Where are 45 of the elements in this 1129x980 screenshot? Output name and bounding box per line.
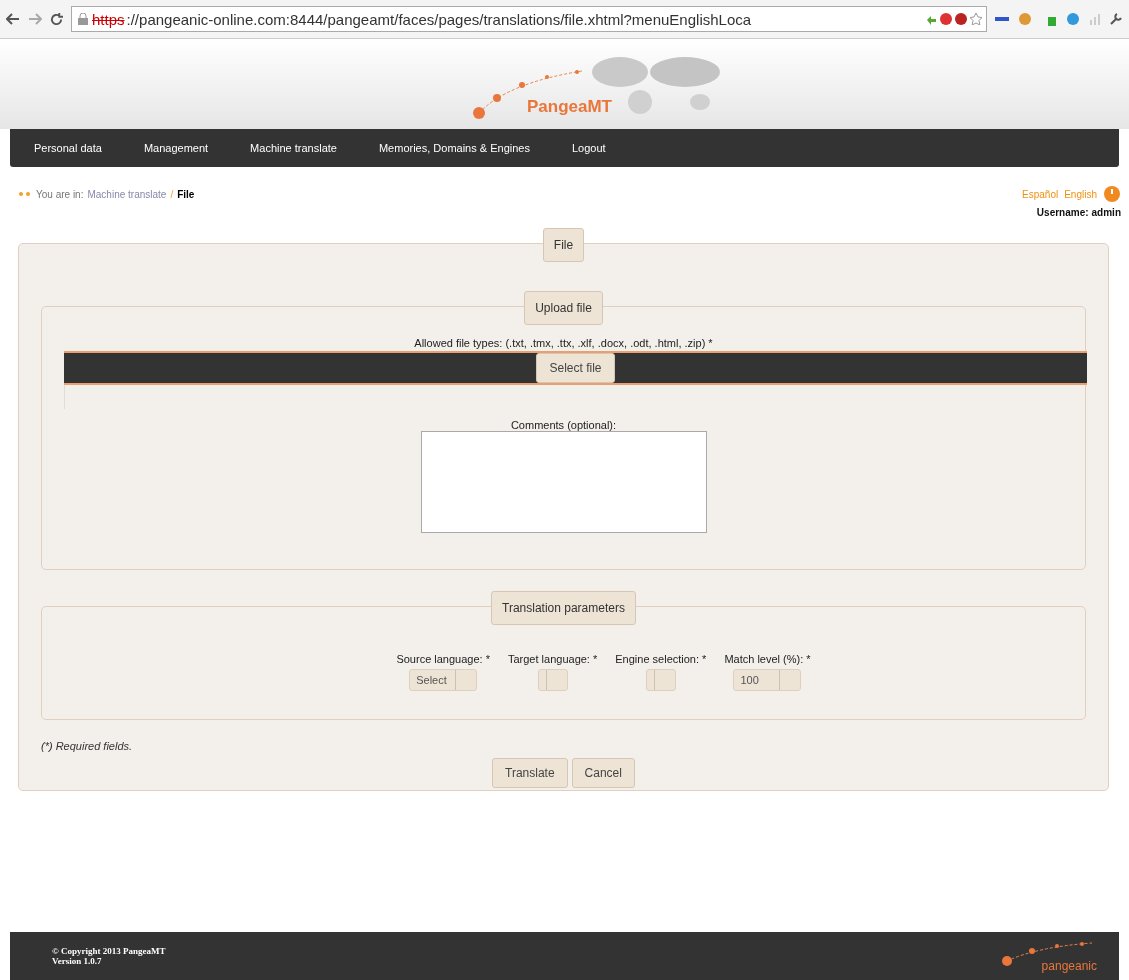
select-file-button[interactable]: Select file	[536, 353, 615, 383]
breadcrumb-link[interactable]: Machine translate	[87, 188, 167, 200]
address-bar[interactable]: https://pangeanic-online.com:8444/pangeamt/faces/pages/translations/file.xhtml?menuEnglishLoca	[71, 6, 987, 32]
extension-icon[interactable]	[1065, 12, 1081, 26]
nav-link[interactable]: Machine translate	[250, 142, 337, 154]
copyright-text: © Copyright 2013 PangeaMT	[52, 946, 166, 956]
bullet-icon	[18, 191, 32, 197]
comments-label: Comments (optional):	[510, 419, 617, 431]
logo-text: PangeaMT	[527, 97, 612, 117]
select-field[interactable]: 100	[733, 669, 802, 691]
breadcrumb-separator: /	[170, 188, 174, 200]
allowed-types-label: Allowed file types: (.txt, .tmx, .ttx, .xlf, .docx, .odt, .html, .zip) *	[414, 337, 713, 349]
required-note: (*) Required fields.	[41, 740, 134, 752]
panel-legend: File	[542, 228, 585, 262]
extension-icon[interactable]	[995, 14, 1009, 24]
signal-icon	[1089, 13, 1101, 25]
logo-text: pangeanic	[1041, 959, 1097, 973]
field-label: Target language: *	[507, 653, 598, 665]
username-value: admin	[1091, 207, 1121, 218]
username-label: Username:	[1036, 207, 1089, 218]
nav-link[interactable]: Memories, Domains & Engines	[378, 142, 530, 154]
forward-icon[interactable]	[28, 13, 42, 25]
star-icon[interactable]	[970, 13, 982, 25]
comments-field[interactable]	[420, 431, 707, 533]
power-icon[interactable]	[1103, 185, 1121, 203]
field-label: Engine selection: *	[615, 653, 707, 665]
wrench-icon[interactable]	[1109, 12, 1123, 26]
select-field[interactable]	[537, 669, 568, 691]
reload-icon[interactable]	[50, 12, 63, 26]
lock-icon	[76, 13, 90, 25]
nav-link[interactable]: Logout	[571, 142, 606, 154]
breadcrumb-current: File	[177, 188, 195, 200]
section-legend: Translation parameters	[491, 591, 636, 625]
field-label: Source language: *	[396, 653, 490, 665]
breadcrumb-label: You are in:	[36, 188, 84, 200]
form-button[interactable]: Cancel	[571, 758, 635, 788]
select-field[interactable]: Select	[409, 669, 478, 691]
nav-link[interactable]: Management	[143, 142, 209, 154]
field-label: Match level (%): *	[724, 653, 811, 665]
nav-link[interactable]: Personal data	[34, 142, 102, 154]
version-text: Version 1.0.7	[52, 956, 103, 966]
back-icon[interactable]	[6, 13, 20, 25]
form-button[interactable]: Translate	[492, 758, 568, 788]
select-field[interactable]	[645, 669, 676, 691]
section-legend: Upload file	[524, 291, 603, 325]
